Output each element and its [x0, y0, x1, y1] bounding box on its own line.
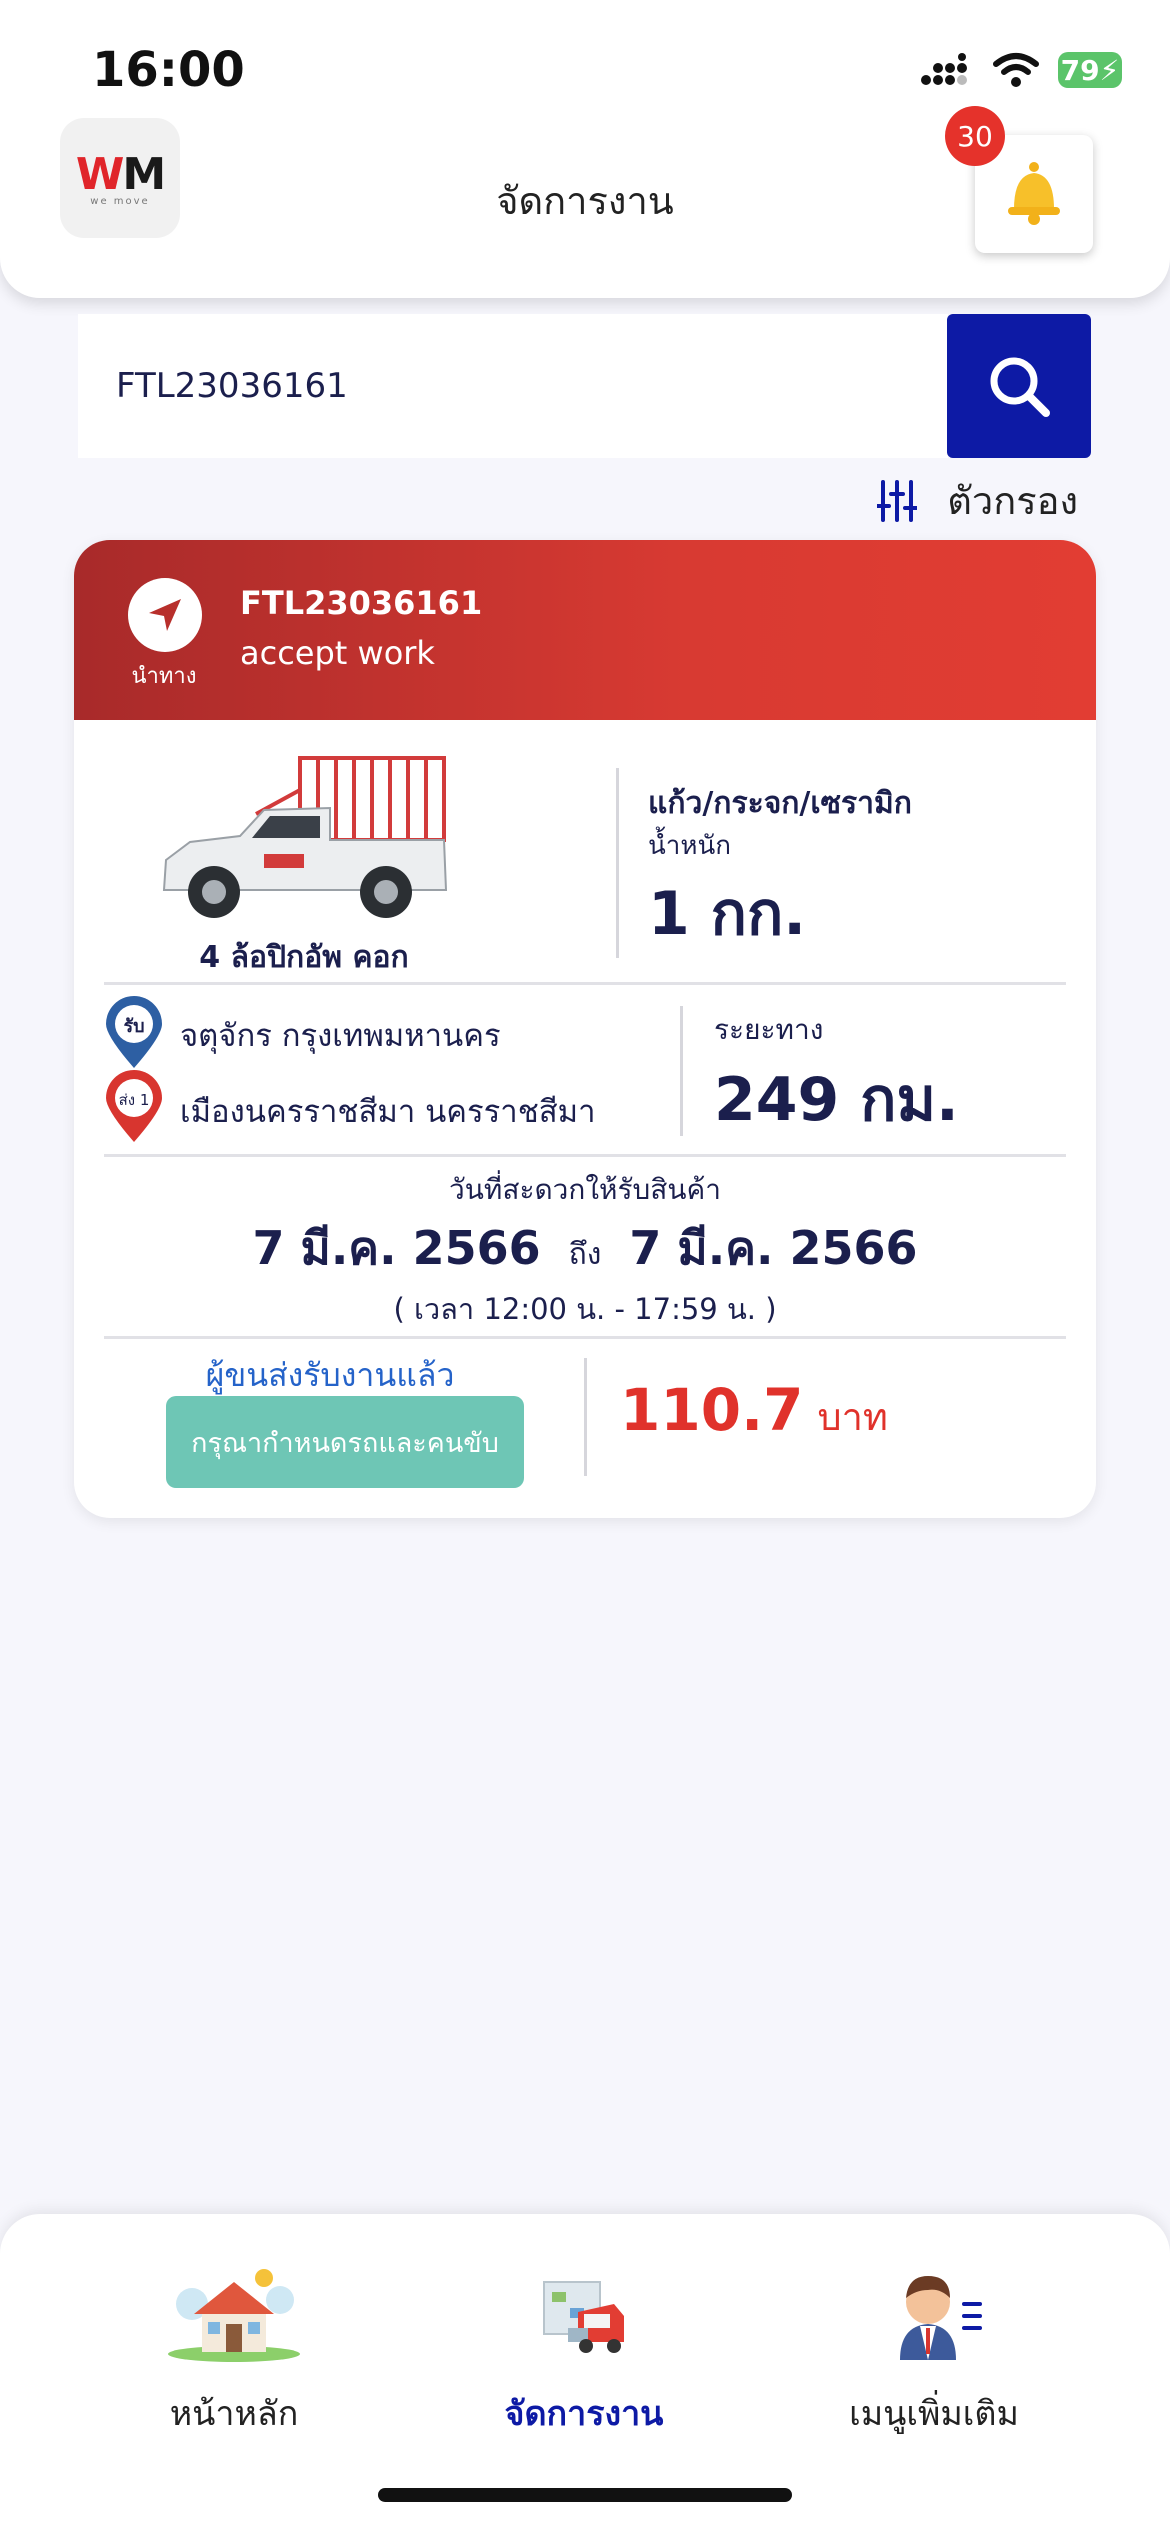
manage-jobs-icon	[543, 2281, 624, 2353]
accepted-status: ผู้ขนส่งรับงานแล้ว	[205, 1356, 455, 1394]
home-icon	[168, 2269, 300, 2362]
search-button[interactable]	[947, 314, 1091, 458]
more-menu-icon	[900, 2276, 982, 2360]
price-value: 110.7	[620, 1376, 804, 1444]
wifi-icon	[993, 53, 1039, 87]
pickup-date-range: 7 มี.ค. 2566 ถึง 7 มี.ค. 2566	[74, 1212, 1096, 1285]
date-from: 7 มี.ค. 2566	[252, 1221, 541, 1275]
job-card[interactable]: นำทาง FTL23036161 accept work 4 ล้อปิกอั…	[74, 540, 1096, 1518]
divider	[104, 982, 1066, 985]
nav-label-manage-jobs: จัดการงาน	[504, 2394, 664, 2434]
signal-icon	[921, 53, 967, 85]
navigate-label: นำทาง	[131, 664, 197, 689]
pickup-pin-icon: รับ	[106, 996, 162, 1068]
price-unit: บาท	[817, 1395, 888, 1439]
svg-text:ส่ง 1: ส่ง 1	[119, 1091, 150, 1109]
svg-text:รับ: รับ	[123, 1016, 144, 1037]
divider	[104, 1154, 1066, 1157]
job-id: FTL23036161	[240, 584, 483, 622]
filter-button[interactable]: ตัวกรอง	[877, 470, 1078, 531]
nav-label-home: หน้าหลัก	[169, 2394, 299, 2434]
distance-value: 249 กม.	[714, 1065, 959, 1135]
divider	[616, 768, 619, 958]
job-status: accept work	[240, 634, 435, 672]
home-indicator[interactable]	[378, 2488, 792, 2502]
date-to-word: ถึง	[568, 1237, 602, 1272]
pickup-truck-image	[162, 756, 448, 918]
divider	[104, 1336, 1066, 1339]
divider	[680, 1006, 683, 1136]
filter-icon	[877, 479, 918, 522]
weight-value: 1 กก.	[648, 879, 807, 949]
bell-icon	[1008, 162, 1060, 225]
vehicle-type: 4 ล้อปิกอัพ คอก	[199, 940, 409, 975]
cargo-type: แก้ว/กระจก/เซรามิก	[648, 786, 912, 821]
pickup-location: จตุจักร กรุงเทพมหานคร	[180, 1018, 501, 1054]
notification-badge: 30	[945, 106, 1005, 166]
navigate-button[interactable]	[128, 578, 202, 652]
pickup-date-label: วันที่สะดวกให้รับสินค้า	[449, 1173, 721, 1206]
weight-label: น้ำหนัก	[648, 831, 732, 861]
date-to: 7 มี.ค. 2566	[629, 1221, 918, 1275]
search-value: FTL23036161	[116, 366, 348, 406]
pickup-time-range: ( เวลา 12:00 น. - 17:59 น. )	[393, 1292, 777, 1326]
drop-pin-icon: ส่ง 1	[106, 1070, 162, 1142]
drop-location: เมืองนครราชสีมา นครราชสีมา	[180, 1094, 596, 1130]
search-icon	[990, 357, 1050, 417]
job-price: 110.7 บาท	[620, 1376, 888, 1447]
nav-item-home[interactable]: หน้าหลัก	[84, 2264, 384, 2440]
status-time: 16:00	[92, 42, 245, 98]
search-input[interactable]: FTL23036161	[78, 314, 948, 458]
battery-indicator: 79 ⚡	[1058, 52, 1122, 88]
nav-item-manage-jobs[interactable]: จัดการงาน	[434, 2264, 734, 2440]
nav-item-more-menu[interactable]: เมนูเพิ่มเติม	[784, 2264, 1084, 2440]
navigation-arrow-icon	[149, 599, 181, 631]
divider	[584, 1358, 587, 1476]
status-icons: 79 ⚡	[920, 52, 1122, 88]
nav-label-more-menu: เมนูเพิ่มเติม	[849, 2394, 1019, 2434]
filter-label: ตัวกรอง	[947, 479, 1078, 523]
assign-vehicle-driver-button[interactable]: กรุณากำหนดรถและคนขับ	[166, 1396, 524, 1488]
job-card-header	[74, 540, 1096, 720]
distance-label: ระยะทาง	[714, 1013, 824, 1046]
